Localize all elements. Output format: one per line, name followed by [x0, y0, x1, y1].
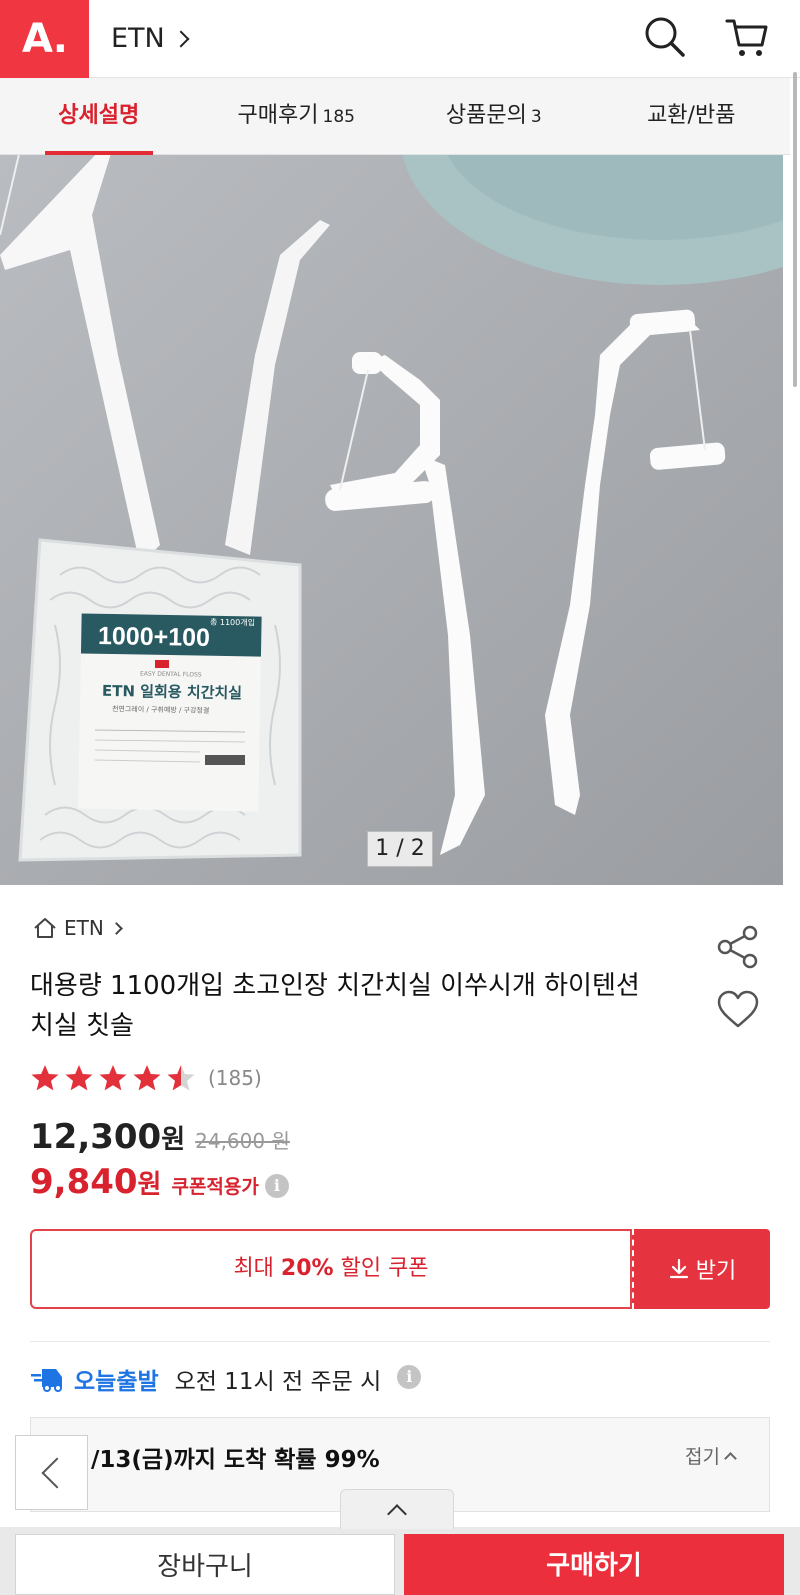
breadcrumb[interactable]: ETN — [32, 916, 123, 940]
coupon-button-label: 받기 — [695, 1259, 737, 1284]
tab-label: 상세설명 — [58, 103, 140, 128]
coupon-price: 9,840 — [30, 1162, 138, 1202]
chevron-right-icon — [109, 921, 123, 935]
tab-label: 구매후기 — [237, 103, 319, 128]
dispatch-condition: 오전 11시 전 주문 시 — [174, 1369, 382, 1395]
search-icon[interactable] — [642, 14, 688, 60]
tab-detail[interactable]: 상세설명 — [0, 78, 198, 155]
brand-link[interactable]: ETN — [111, 23, 190, 54]
divider — [30, 1341, 770, 1342]
review-count: (185) — [208, 1066, 262, 1090]
tab-label: 교환/반품 — [647, 103, 736, 128]
rating-stars[interactable]: (185) — [30, 1063, 262, 1093]
coupon-banner[interactable]: 최대 20% 할인 쿠폰 — [30, 1229, 632, 1309]
today-dispatch-badge: 오늘출발 — [74, 1369, 159, 1395]
star-full-icon — [31, 1065, 59, 1091]
share-icon[interactable] — [716, 925, 760, 969]
chevron-up-icon — [724, 1451, 737, 1465]
brand-name: ETN — [111, 23, 165, 54]
image-counter: 1 / 2 — [367, 831, 433, 867]
coupon-price-note: 쿠폰적용가 — [171, 1176, 259, 1198]
info-icon[interactable]: i — [264, 1174, 289, 1198]
coupon-prefix: 최대 — [233, 1256, 274, 1281]
sale-price: 12,300 — [30, 1117, 162, 1157]
star-full-icon — [65, 1065, 93, 1091]
fast-delivery-icon — [31, 1369, 62, 1392]
fold-label: 접기 — [685, 1446, 720, 1468]
coupon-download-button[interactable]: 받기 — [632, 1229, 770, 1309]
chevron-left-icon — [40, 1456, 73, 1489]
coupon-suffix: 할인 쿠폰 — [340, 1256, 429, 1281]
coupon-price-row: 9,840 원 쿠폰적용가 i — [30, 1162, 289, 1202]
coupon-percent: 20% — [280, 1256, 334, 1281]
home-icon — [34, 918, 56, 938]
product-title: 대용량 1100개입 초고인장 치간치실 이쑤시개 하이텐션 치실 칫솔 — [30, 971, 640, 1041]
coupon-price-unit: 원 — [137, 1170, 162, 1200]
star-full-icon — [99, 1065, 127, 1091]
tab-count: 185 — [322, 107, 355, 127]
product-tabs: 상세설명 구매후기 185 상품문의 3 교환/반품 — [0, 78, 790, 155]
product-image[interactable]: 총 1100개입 1000+100 EASY DENTAL FLOSS ETN … — [0, 155, 783, 885]
tab-inquiry[interactable]: 상품문의 3 — [395, 78, 593, 154]
product-photo-illustration — [0, 155, 783, 885]
heart-icon[interactable] — [716, 990, 760, 1030]
tab-count: 3 — [530, 107, 542, 127]
scrollbar[interactable] — [793, 72, 797, 387]
price-row: 12,300 원 24,600 원 — [30, 1117, 290, 1157]
tab-return[interactable]: 교환/반품 — [593, 78, 791, 154]
download-icon — [669, 1258, 688, 1279]
price-unit: 원 — [161, 1125, 186, 1155]
tab-reviews[interactable]: 구매후기 185 — [198, 78, 396, 154]
breadcrumb-label: ETN — [64, 916, 104, 940]
expand-toggle[interactable] — [340, 1489, 454, 1529]
star-half-icon — [167, 1065, 195, 1091]
cart-icon[interactable] — [724, 14, 770, 60]
info-icon[interactable]: i — [397, 1365, 422, 1389]
app-header: A. ETN — [0, 0, 800, 78]
delivery-info: 오늘출발 오전 11시 전 주문 시 i — [30, 1362, 422, 1396]
chevron-right-icon — [172, 30, 190, 47]
chevron-up-icon — [387, 1503, 407, 1524]
add-to-cart-button[interactable]: 장바구니 — [15, 1534, 395, 1595]
fold-toggle[interactable]: 접기 — [685, 1442, 737, 1469]
back-button[interactable] — [15, 1435, 88, 1510]
arrival-estimate-text: /13(금)까지 도착 확률 99% — [91, 1447, 380, 1473]
app-logo[interactable]: A. — [0, 0, 89, 78]
original-price: 24,600 원 — [195, 1129, 290, 1153]
buy-now-button[interactable]: 구매하기 — [404, 1534, 784, 1595]
star-full-icon — [133, 1065, 161, 1091]
tab-label: 상품문의 — [445, 103, 527, 128]
